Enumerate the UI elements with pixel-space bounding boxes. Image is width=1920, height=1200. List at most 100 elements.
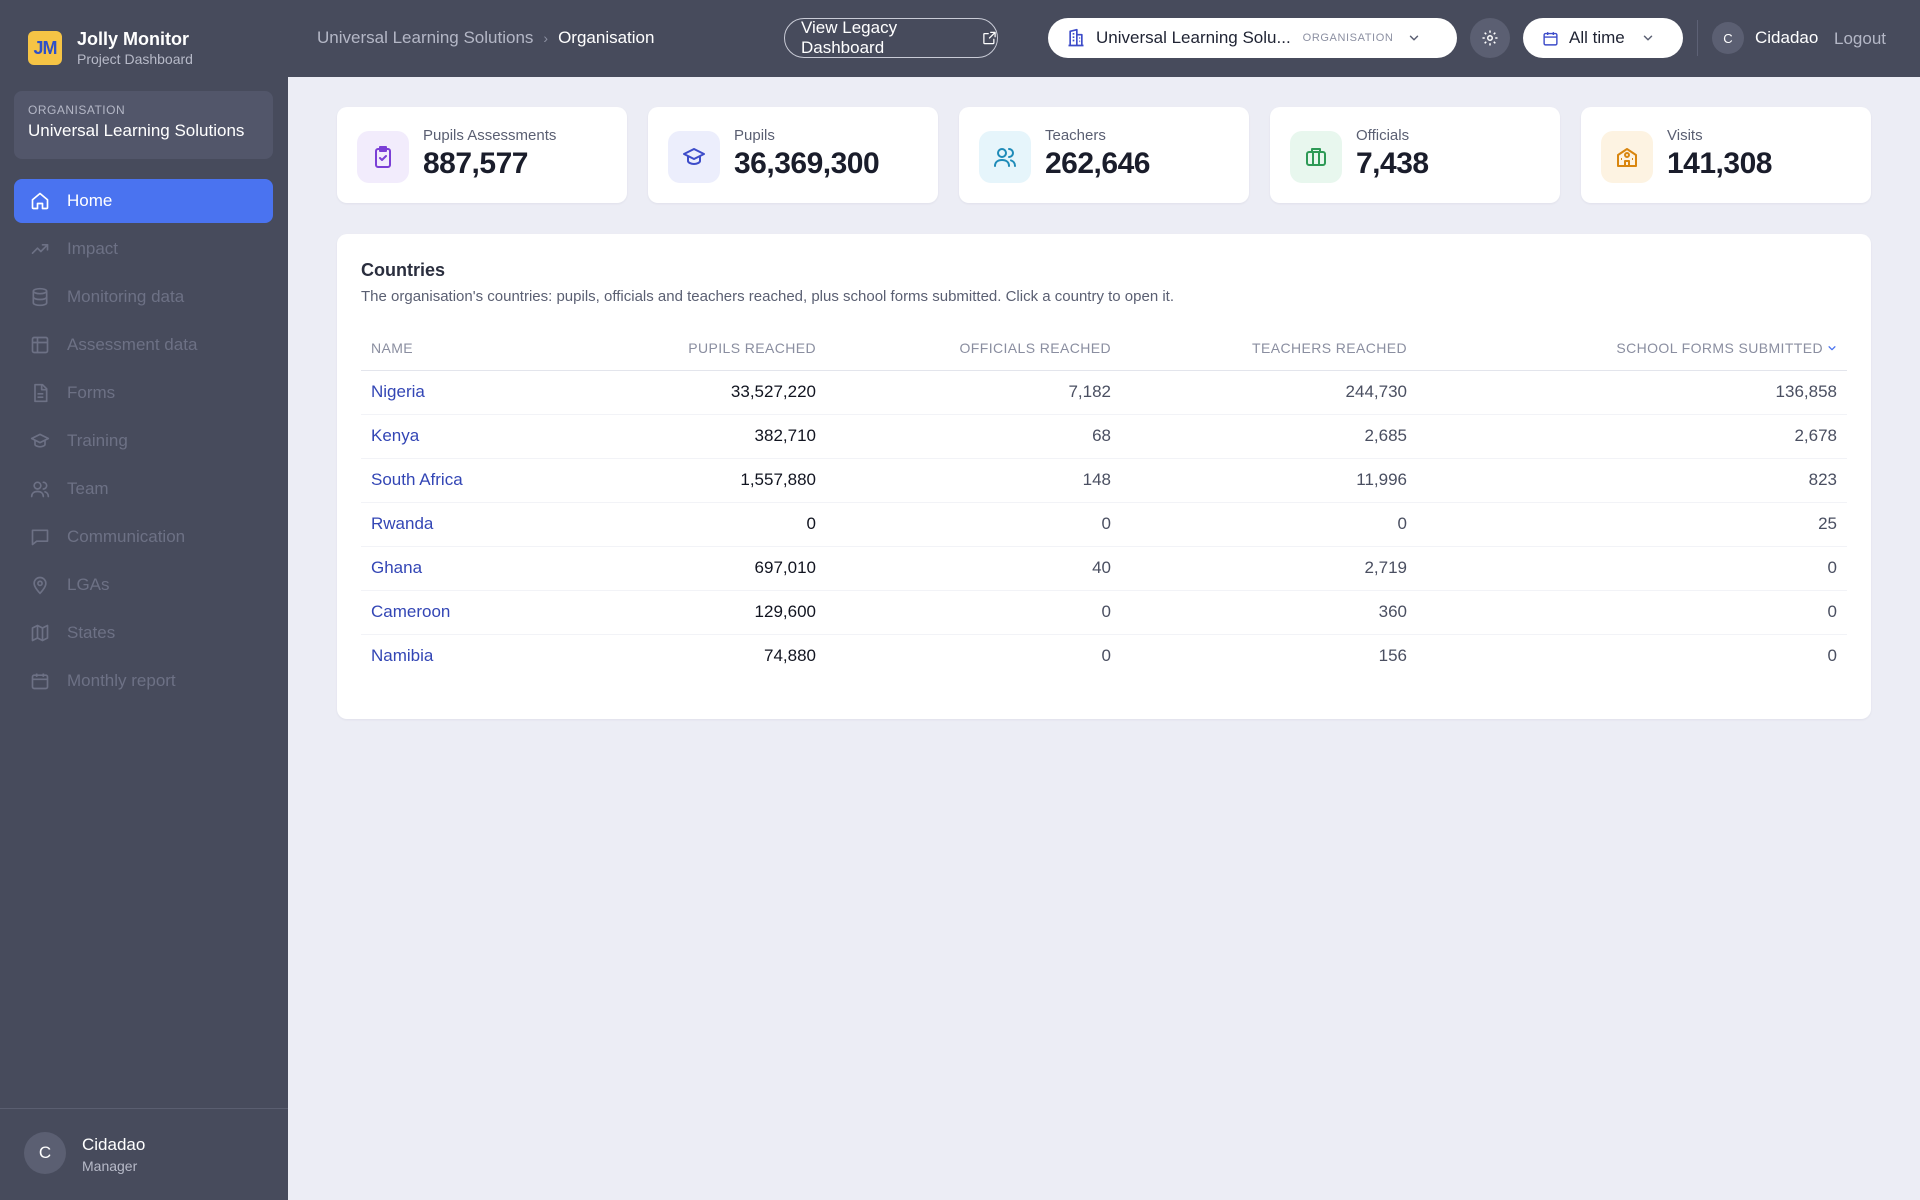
school-forms-cell: 0 <box>1417 590 1847 635</box>
table-row[interactable]: Namibia 74,880 0 156 0 <box>361 634 1847 678</box>
country-link[interactable]: Cameroon <box>371 602 450 621</box>
top-bar: Universal Learning Solutions › Organisat… <box>288 0 1920 77</box>
column-header-name[interactable]: NAME <box>361 326 591 371</box>
table-row[interactable]: Rwanda 0 0 0 25 <box>361 502 1847 547</box>
organisation-select-tag: ORGANISATION <box>1302 32 1394 44</box>
organisation-card: ORGANISATION Universal Learning Solution… <box>14 91 273 159</box>
column-header-pupils-reached[interactable]: PUPILS REACHED <box>591 326 826 371</box>
sidebar-item-team[interactable]: Team <box>14 467 273 511</box>
teachers-reached-cell: 2,685 <box>1121 414 1417 459</box>
stat-card-pupils-assessments: Pupils Assessments 887,577 <box>337 107 627 203</box>
sidebar-item-home[interactable]: Home <box>14 179 273 223</box>
sidebar-user[interactable]: C Cidadao Manager <box>0 1108 288 1200</box>
pupils-reached-cell: 0 <box>591 502 826 547</box>
column-header-label: SCHOOL FORMS SUBMITTED <box>1616 339 1823 356</box>
stat-card-pupils: Pupils 36,369,300 <box>648 107 938 203</box>
logout-button[interactable]: Logout <box>1834 29 1886 49</box>
table-row[interactable]: Kenya 382,710 68 2,685 2,678 <box>361 414 1847 459</box>
header-divider <box>1697 20 1698 56</box>
map-pin-icon <box>33 576 47 595</box>
sidebar-item-lgas[interactable]: LGAs <box>14 563 273 607</box>
column-header-teachers-reached[interactable]: TEACHERS REACHED <box>1121 326 1417 371</box>
table-row[interactable]: Nigeria 33,527,220 7,182 244,730 136,858 <box>361 370 1847 415</box>
stat-icon-wrap <box>357 131 409 183</box>
teachers-reached-cell: 11,996 <box>1121 458 1417 503</box>
country-name-cell: Kenya <box>361 414 591 459</box>
pupils-reached-cell: 1,557,880 <box>591 458 826 503</box>
school-forms-cell: 0 <box>1827 646 1837 666</box>
stat-card-teachers: Teachers 262,646 <box>959 107 1249 203</box>
calendar-icon <box>1543 31 1558 46</box>
avatar: C <box>24 1132 66 1174</box>
column-header-school-forms-submitted[interactable]: SCHOOL FORMS SUBMITTED <box>1417 326 1847 371</box>
sidebar-item-label: LGAs <box>67 575 110 594</box>
sidebar-item-forms[interactable]: Forms <box>14 371 273 415</box>
column-header-officials-reached[interactable]: OFFICIALS REACHED <box>826 326 1121 371</box>
view-legacy-dashboard-button[interactable]: View Legacy Dashboard <box>784 18 998 58</box>
organisation-label: ORGANISATION <box>28 103 126 117</box>
sidebar-item-label: States <box>67 623 116 642</box>
sidebar-item-label: Monthly report <box>67 671 176 690</box>
users-icon <box>30 481 50 498</box>
sidebar-item-monitoring-data[interactable]: Monitoring data <box>14 275 273 319</box>
time-range-value: All time <box>1569 28 1625 47</box>
table-icon <box>31 336 49 354</box>
stat-icon-wrap <box>1601 131 1653 183</box>
sidebar-item-impact[interactable]: Impact <box>14 227 273 271</box>
settings-button[interactable] <box>1470 18 1510 58</box>
database-icon <box>32 287 48 307</box>
stat-value: 887,577 <box>423 147 528 180</box>
sidebar-item-communication[interactable]: Communication <box>14 515 273 559</box>
school-forms-cell: 823 <box>1417 458 1847 503</box>
avatar[interactable]: C <box>1712 22 1744 54</box>
legacy-button-label: View Legacy Dashboard <box>801 18 898 57</box>
breadcrumb: Universal Learning Solutions › Organisat… <box>317 28 654 48</box>
country-link[interactable]: Namibia <box>371 646 433 665</box>
stat-value: 36,369,300 <box>734 147 880 180</box>
sidebar-item-training[interactable]: Training <box>14 419 273 463</box>
sidebar-item-monthly-report[interactable]: Monthly report <box>14 659 273 703</box>
country-link[interactable]: Kenya <box>371 426 419 445</box>
sidebar-item-label: Home <box>67 191 113 210</box>
home-icon <box>31 192 49 210</box>
user-name: Cidadao <box>82 1135 146 1154</box>
country-name-cell: Rwanda <box>361 502 591 547</box>
country-link[interactable]: Ghana <box>371 558 422 577</box>
stat-icon-wrap <box>668 131 720 183</box>
brand[interactable]: JM Jolly Monitor Project Dashboard <box>28 28 193 68</box>
table-row[interactable]: Ghana 697,010 40 2,719 0 <box>361 546 1847 591</box>
table-row[interactable]: South Africa 1,557,880 148 11,996 823 <box>361 458 1847 503</box>
brand-logo: JM <box>28 31 62 65</box>
organisation-select[interactable]: Universal Learning Solu... ORGANISATION <box>1048 18 1457 58</box>
teachers-reached-cell: 0 <box>1121 502 1417 547</box>
stat-cards: Pupils Assessments 887,577 Pupils 36,369… <box>337 107 1871 203</box>
sidebar-item-label: Team <box>67 479 109 498</box>
sidebar-item-label: Impact <box>67 239 119 258</box>
sidebar-item-label: Communication <box>67 527 186 546</box>
organisation-name: Universal Learning Solutions <box>28 121 245 140</box>
pupils-reached-cell: 129,600 <box>591 590 826 635</box>
sidebar-item-states[interactable]: States <box>14 611 273 655</box>
stat-label: Officials <box>1356 127 1410 144</box>
country-link[interactable]: South Africa <box>371 470 463 489</box>
users-icon <box>994 148 1016 167</box>
sidebar: JM Jolly Monitor Project Dashboard ORGAN… <box>0 0 288 1200</box>
stat-label: Pupils <box>734 127 775 144</box>
table-row[interactable]: Cameroon 129,600 0 360 0 <box>361 590 1847 635</box>
trend-icon <box>31 244 49 254</box>
organisation-select-value: Universal Learning Solu... <box>1096 28 1291 47</box>
map-icon <box>31 624 49 642</box>
officials-reached-cell: 0 <box>826 590 1121 635</box>
country-link[interactable]: Nigeria <box>371 382 425 401</box>
sidebar-item-label: Monitoring data <box>67 287 185 306</box>
time-range-select[interactable]: All time <box>1523 18 1683 58</box>
gear-icon <box>1482 30 1498 46</box>
country-link[interactable]: Rwanda <box>371 514 433 533</box>
breadcrumb-organisation-link[interactable]: Universal Learning Solutions <box>317 28 533 48</box>
calendar-icon <box>31 673 49 690</box>
country-name-cell: Nigeria <box>361 370 591 415</box>
user-role: Manager <box>82 1158 138 1174</box>
sidebar-item-assessment-data[interactable]: Assessment data <box>14 323 273 367</box>
breadcrumb-current: Organisation <box>558 28 655 47</box>
brand-subtitle: Project Dashboard <box>77 51 193 67</box>
